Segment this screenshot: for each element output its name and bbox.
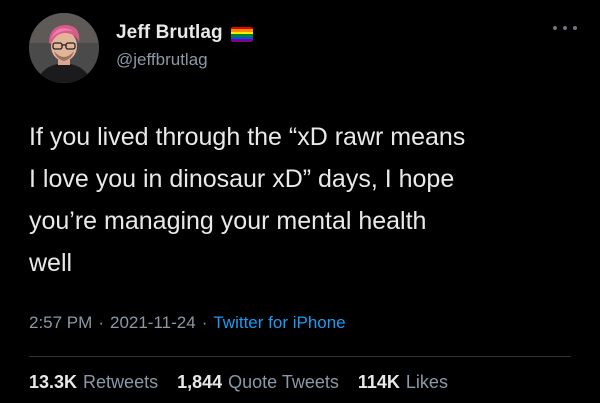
meta-separator: · bbox=[98, 313, 104, 332]
tweet-time[interactable]: 2:57 PM bbox=[29, 313, 92, 333]
retweets-label: Retweets bbox=[83, 372, 159, 392]
quote-tweets-count: 1,844 bbox=[177, 372, 223, 392]
likes-count: 114K bbox=[357, 372, 400, 392]
retweets-stat[interactable]: 13.3K Retweets bbox=[29, 372, 158, 393]
author-name-row[interactable]: Jeff Brutlag bbox=[116, 22, 253, 44]
tweet-card: Jeff Brutlag @jeffbrutlag If you lived t… bbox=[0, 0, 600, 403]
tweet-meta: 2:57 PM · 2021-11-24 · Twitter for iPhon… bbox=[29, 313, 346, 333]
tweet-stats: 13.3K Retweets 1,844 Quote Tweets 114K L… bbox=[29, 372, 467, 393]
divider bbox=[29, 356, 571, 357]
quote-tweets-label: Quote Tweets bbox=[228, 372, 339, 392]
avatar[interactable] bbox=[29, 13, 99, 83]
likes-label: Likes bbox=[405, 372, 448, 392]
tweet-source-link[interactable]: Twitter for iPhone bbox=[213, 313, 345, 333]
author-handle[interactable]: @jeffbrutlag bbox=[116, 50, 208, 70]
tweet-date[interactable]: 2021-11-24 bbox=[110, 313, 196, 333]
profile-photo-icon bbox=[29, 13, 99, 83]
likes-stat[interactable]: 114K Likes bbox=[358, 372, 448, 393]
author-display-name[interactable]: Jeff Brutlag bbox=[116, 22, 223, 44]
retweets-count: 13.3K bbox=[29, 372, 78, 392]
more-options-icon[interactable] bbox=[553, 20, 577, 36]
quote-tweets-stat[interactable]: 1,844 Quote Tweets bbox=[177, 372, 339, 393]
rainbow-flag-icon bbox=[230, 26, 253, 42]
tweet-text: If you lived through the “xD rawr means … bbox=[29, 123, 466, 277]
meta-separator: · bbox=[201, 313, 208, 332]
